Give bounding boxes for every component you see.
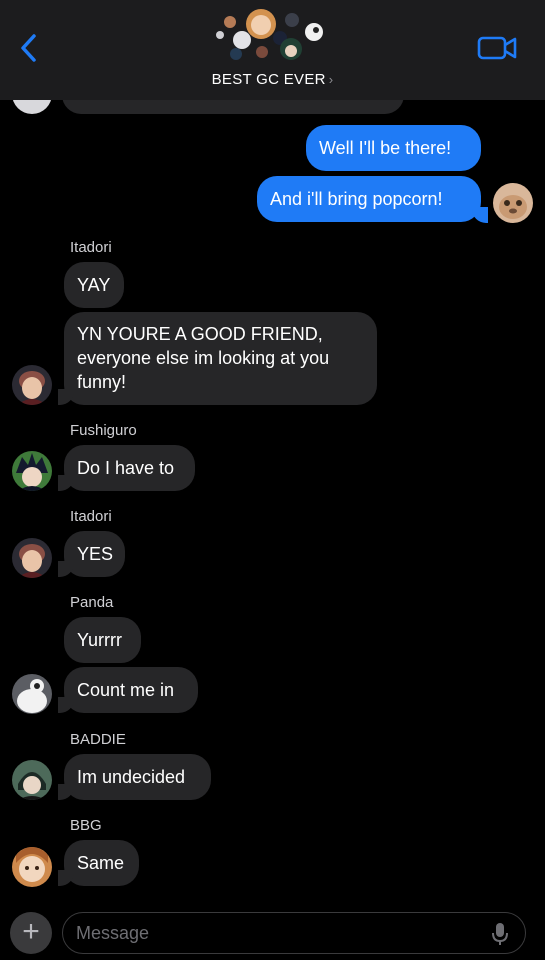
sender-name: Itadori [70, 239, 112, 256]
message-text: YAY [77, 275, 111, 295]
bubble-tail [472, 207, 488, 223]
chevron-right-icon: › [328, 72, 334, 87]
video-camera-icon[interactable] [477, 34, 517, 62]
message-text: Count me in [77, 680, 175, 700]
microphone-icon[interactable] [490, 922, 510, 946]
message-bubble-incoming[interactable]: Im undecided [64, 754, 211, 800]
message-bubble-outgoing[interactable]: Well I'll be there! [306, 125, 481, 171]
bubble-tail [58, 561, 74, 577]
message-bubble-incoming[interactable]: YES [64, 531, 125, 577]
message-text: Do I have to [77, 458, 175, 478]
avatar-itadori[interactable] [12, 538, 52, 578]
group-name-text: BEST GC EVER [211, 71, 326, 88]
message-bubble-incoming[interactable]: YN YOURE A GOOD FRIEND, everyone else im… [64, 312, 377, 405]
avatar-bbg[interactable] [12, 847, 52, 887]
message-input[interactable] [62, 912, 526, 954]
message-text: Yurrrr [77, 630, 122, 650]
message-text: And i'll bring popcorn! [270, 189, 443, 209]
conversation-area: Well I'll be there! And i'll bring popco… [0, 0, 545, 960]
sender-name: BADDIE [70, 731, 126, 748]
message-bubble-incoming[interactable]: YAY [64, 262, 124, 308]
message-text: Well I'll be there! [319, 138, 452, 158]
bubble-tail [58, 784, 74, 800]
sender-name: Fushiguro [70, 422, 137, 439]
plus-button[interactable]: + [10, 912, 52, 954]
message-bubble-outgoing[interactable]: And i'll bring popcorn! [257, 176, 481, 222]
bubble-tail [58, 697, 74, 713]
chat-header: BEST GC EVER › [0, 0, 545, 100]
message-bubble-incoming[interactable]: Do I have to [64, 445, 195, 491]
bubble-tail [58, 475, 74, 491]
sender-name: BBG [70, 817, 102, 834]
message-text: YES [77, 544, 114, 564]
group-avatar-cluster[interactable] [212, 6, 332, 66]
message-text: Same [77, 853, 125, 873]
avatar-fushiguro[interactable] [12, 451, 52, 491]
message-bubble-incoming[interactable]: Yurrrr [64, 617, 141, 663]
message-composer: + [0, 900, 545, 960]
message-bubble-incoming[interactable]: Count me in [64, 667, 198, 713]
bubble-tail [58, 870, 74, 886]
avatar-panda[interactable] [12, 674, 52, 714]
avatar-baddie[interactable] [12, 760, 52, 800]
avatar-itadori[interactable] [12, 365, 52, 405]
sender-name: Panda [70, 594, 114, 611]
avatar-self[interactable] [493, 183, 533, 223]
bubble-tail [58, 389, 74, 405]
message-bubble-incoming[interactable]: Same [64, 840, 139, 886]
chevron-left-icon[interactable] [14, 30, 44, 66]
sender-name: Itadori [70, 508, 112, 525]
group-title[interactable]: BEST GC EVER › [0, 71, 545, 88]
message-text: Im undecided [77, 767, 186, 787]
message-text: YN YOURE A GOOD FRIEND, everyone else im… [77, 324, 330, 392]
